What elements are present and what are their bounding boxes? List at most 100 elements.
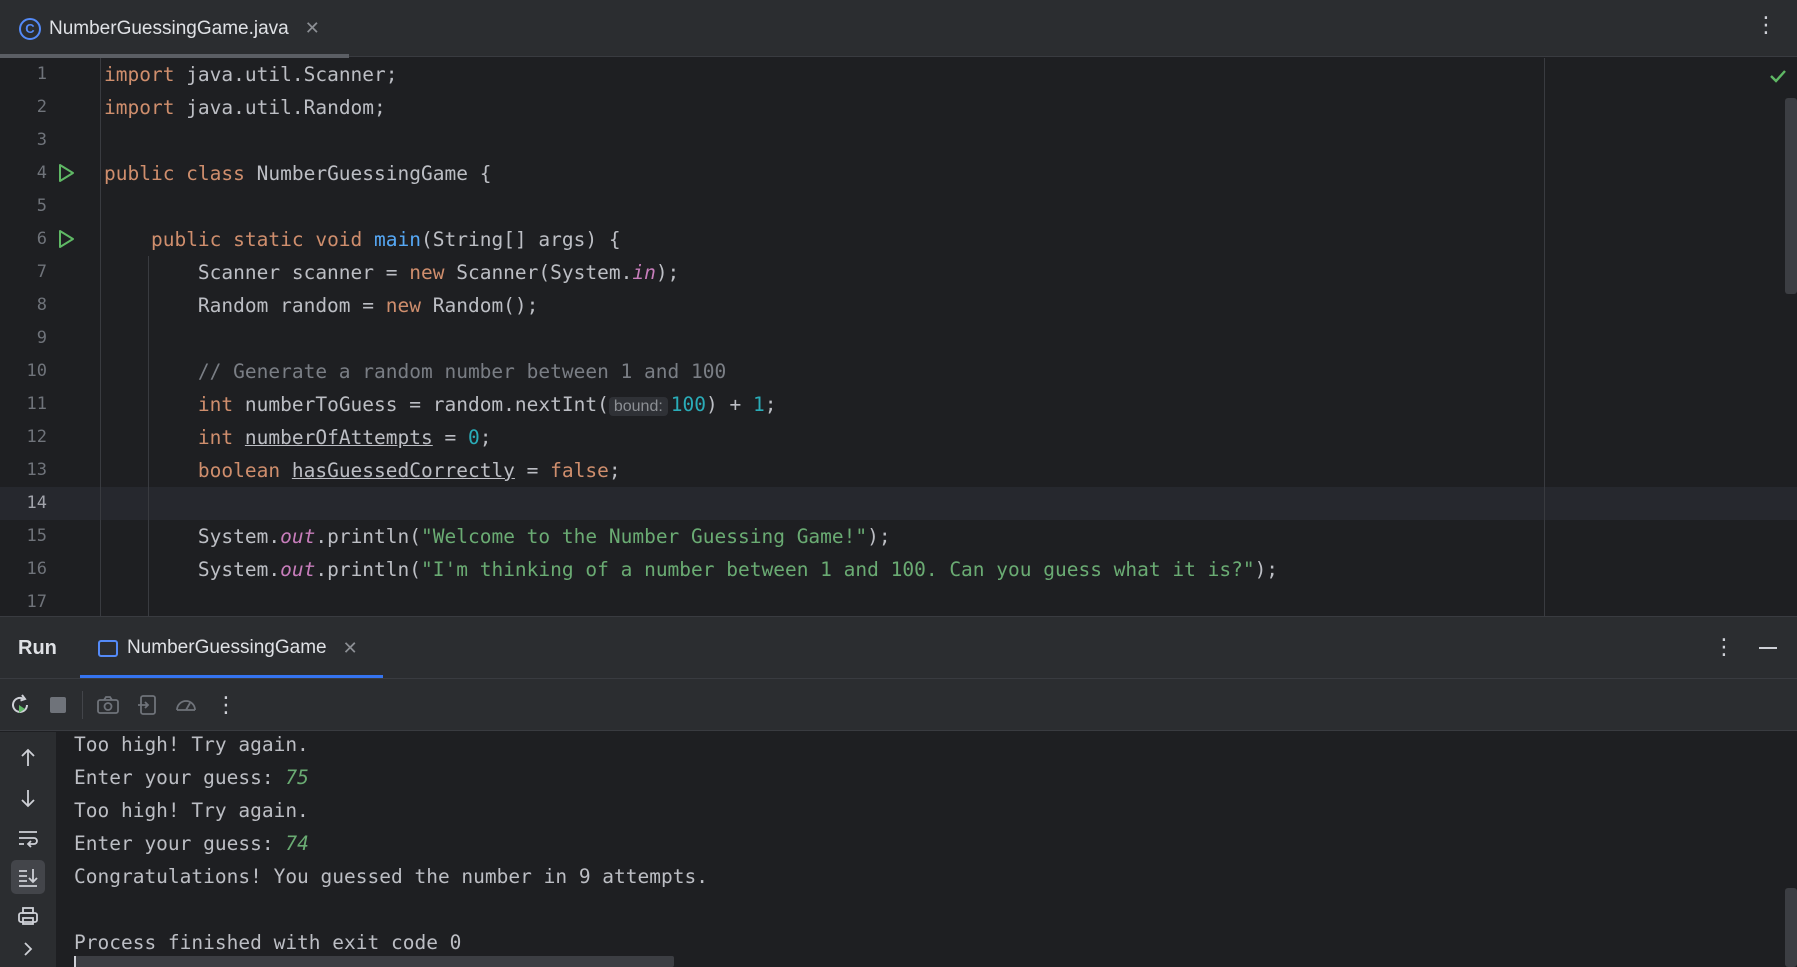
line-number[interactable]: 16 — [0, 553, 47, 586]
run-gutter-icon[interactable] — [56, 163, 76, 183]
scroll-to-end-icon[interactable] — [16, 865, 40, 889]
code-line[interactable]: 1 import java.util.Scanner; — [0, 58, 1797, 91]
code-token: java.util.Scanner; — [174, 63, 398, 86]
toolbar-separator — [82, 691, 83, 719]
code-line[interactable]: 7 Scanner scanner = new Scanner(System.i… — [0, 256, 1797, 289]
code-token: ); — [655, 261, 680, 284]
code-token: "I'm thinking of a number between 1 and … — [421, 558, 1255, 581]
code-line[interactable]: 6 public static void main(String[] args)… — [0, 223, 1797, 256]
code-line[interactable]: 4 public class NumberGuessingGame { — [0, 157, 1797, 190]
line-number[interactable]: 8 — [0, 289, 47, 322]
code-token: public static void — [150, 228, 363, 251]
run-tool-window-header: Run NumberGuessingGame ✕ ⋮ — [0, 616, 1797, 679]
code-editor[interactable]: 1 import java.util.Scanner; 2 import java.u… — [0, 58, 1797, 616]
code-text: import java.util.Random; — [104, 91, 386, 124]
stop-icon[interactable] — [46, 693, 70, 717]
line-number[interactable]: 3 — [0, 124, 47, 157]
line-number[interactable]: 7 — [0, 256, 47, 289]
restore-layout-icon[interactable] — [136, 693, 160, 717]
code-line[interactable]: 16 System.out.println("I'm thinking of a… — [0, 553, 1797, 586]
code-token: Scanner scanner = — [104, 261, 410, 284]
arrow-up-icon[interactable] — [16, 746, 40, 770]
code-line[interactable]: 3 — [0, 124, 1797, 157]
code-token: ; — [479, 426, 492, 449]
minimize-icon[interactable] — [1759, 647, 1777, 649]
print-icon[interactable] — [16, 904, 40, 928]
code-token: 0 — [467, 426, 480, 449]
run-gutter-icon[interactable] — [56, 229, 76, 249]
close-run-tab-icon[interactable]: ✕ — [343, 638, 358, 659]
code-line[interactable]: 15 System.out.println("Welcome to the Nu… — [0, 520, 1797, 553]
console-line: Congratulations! You guessed the number … — [74, 860, 708, 893]
code-token: System. — [104, 525, 281, 548]
code-text: Scanner scanner = new Scanner(System.in)… — [104, 256, 679, 289]
code-text: System.out.println("Welcome to the Numbe… — [104, 520, 891, 553]
line-number[interactable]: 13 — [0, 454, 47, 487]
line-number[interactable]: 5 — [0, 190, 47, 223]
rerun-icon[interactable] — [8, 693, 32, 717]
code-token: ); — [1254, 558, 1279, 581]
code-token: out — [280, 525, 316, 548]
code-line[interactable]: 9 — [0, 322, 1797, 355]
line-number[interactable]: 2 — [0, 91, 47, 124]
more-actions-icon[interactable]: ⋮ — [214, 693, 238, 717]
line-number[interactable]: 17 — [0, 586, 47, 616]
line-number[interactable]: 12 — [0, 421, 47, 454]
editor-scrollbar[interactable] — [1785, 98, 1797, 294]
more-options-icon[interactable]: ⋮ — [1755, 14, 1777, 36]
code-line[interactable]: 12 int numberOfAttempts = 0; — [0, 421, 1797, 454]
code-line[interactable]: 5 — [0, 190, 1797, 223]
code-line[interactable]: 8 Random random = new Random(); — [0, 289, 1797, 322]
code-line[interactable]: 14 — [0, 487, 1797, 520]
code-token: out — [280, 558, 316, 581]
line-number[interactable]: 11 — [0, 388, 47, 421]
code-line[interactable]: 13 boolean hasGuessedCorrectly = false; — [0, 454, 1797, 487]
code-text: import java.util.Scanner; — [104, 58, 398, 91]
arrow-down-icon[interactable] — [16, 786, 40, 810]
tab-numberguessinggame-java[interactable]: C NumberGuessingGame.java ✕ — [0, 0, 349, 58]
code-token: "Welcome to the Number Guessing Game!" — [421, 525, 868, 548]
code-token: ) + — [706, 393, 753, 416]
console-line: Process finished with exit code 0 — [74, 926, 461, 959]
line-number[interactable]: 9 — [0, 322, 47, 355]
code-line[interactable]: 10 // Generate a random number between 1… — [0, 355, 1797, 388]
no-problems-check-icon[interactable] — [1768, 66, 1788, 86]
run-tab-numberguessinggame[interactable]: NumberGuessingGame ✕ — [80, 617, 383, 679]
user-input-value: 74 — [285, 832, 309, 855]
line-number[interactable]: 15 — [0, 520, 47, 553]
console-text: Too high! Try again. — [74, 799, 309, 822]
line-number[interactable]: 14 — [0, 487, 47, 520]
code-token: .println( — [315, 558, 422, 581]
code-token: Random(); — [421, 294, 539, 317]
console-vertical-scrollbar[interactable] — [1785, 888, 1797, 967]
run-options-icon[interactable]: ⋮ — [1713, 636, 1735, 658]
code-line[interactable]: 11 int numberToGuess = random.nextInt(bo… — [0, 388, 1797, 421]
close-tab-icon[interactable]: ✕ — [305, 18, 320, 39]
code-token: main — [374, 228, 422, 251]
code-token: in — [632, 261, 656, 284]
soft-wrap-icon[interactable] — [16, 826, 40, 850]
user-input-value: 75 — [285, 766, 309, 789]
console-output[interactable]: Too high! Try again. Enter your guess: 75… — [56, 732, 1797, 967]
profiler-icon[interactable] — [174, 693, 198, 717]
code-token: .println( — [315, 525, 422, 548]
code-token: NumberGuessingGame { — [244, 162, 492, 185]
line-number[interactable]: 1 — [0, 58, 47, 91]
line-number[interactable]: 4 — [0, 157, 47, 190]
expand-icon[interactable] — [16, 937, 40, 961]
code-token: System. — [104, 558, 281, 581]
code-line[interactable]: 2 import java.util.Random; — [0, 91, 1797, 124]
line-number[interactable]: 10 — [0, 355, 47, 388]
line-number[interactable]: 6 — [0, 223, 47, 256]
code-text: int numberOfAttempts = 0; — [104, 421, 492, 454]
run-window-title: Run — [18, 637, 57, 659]
console-horizontal-scrollbar[interactable] — [74, 956, 674, 967]
code-line[interactable]: 17 — [0, 586, 1797, 616]
camera-icon[interactable] — [96, 693, 120, 717]
